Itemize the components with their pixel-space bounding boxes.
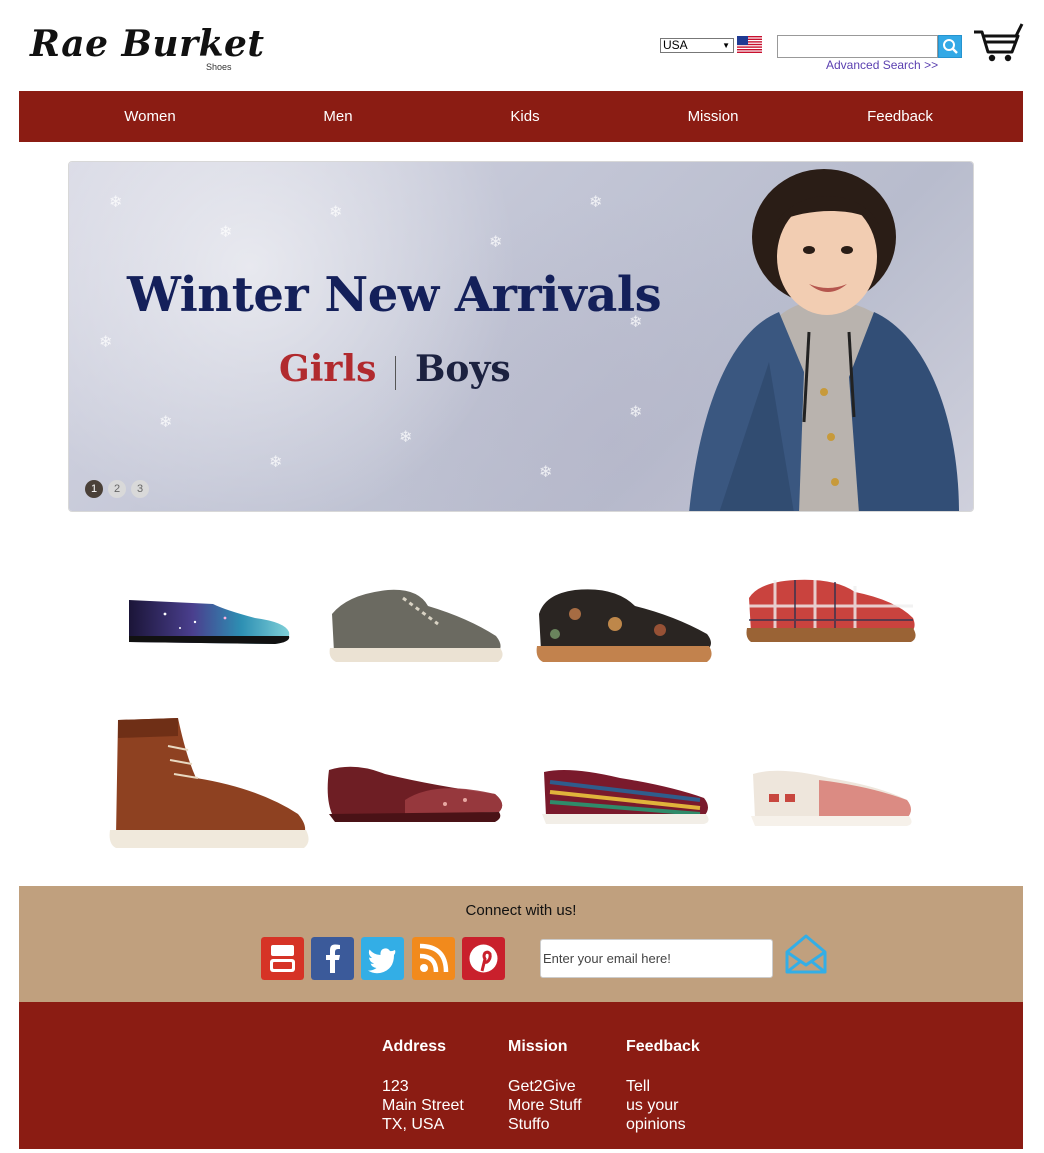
connect-title: Connect with us! [465, 902, 577, 919]
chevron-down-icon: ▼ [722, 41, 730, 50]
footer-feedback-line[interactable]: opinions [626, 1115, 700, 1134]
footer-mission-line[interactable]: Stuffo [508, 1115, 582, 1134]
footer-address-line: Main Street [382, 1097, 464, 1114]
product-tribal-slip-on[interactable] [540, 764, 714, 826]
site-footer: Address 123 Main Street TX, USA Mission … [19, 1002, 1023, 1149]
nav-item-kids[interactable]: Kids [465, 91, 585, 142]
snowflake-icon: ❄ [99, 334, 113, 351]
footer-mission-line[interactable]: Get2Give [508, 1077, 582, 1096]
slide-dots: 123 [85, 479, 154, 498]
snowflake-icon: ❄ [399, 429, 413, 446]
product-leather-boot[interactable] [108, 716, 312, 856]
snowflake-icon: ❄ [219, 224, 233, 241]
product-burgundy-flat[interactable] [325, 760, 509, 826]
country-value: USA [663, 38, 688, 52]
footer-mission: Mission Get2Give More Stuff Stuffo [508, 1038, 582, 1134]
product-grey-chukka[interactable] [328, 584, 508, 666]
nav-item-men[interactable]: Men [278, 91, 398, 142]
snowflake-icon: ❄ [159, 414, 173, 431]
snowflake-icon: ❄ [269, 454, 283, 471]
snowflake-icon: ❄ [629, 404, 643, 421]
nav-item-women[interactable]: Women [90, 91, 210, 142]
brand-subtitle: Shoes [206, 62, 232, 72]
slide-dot-2[interactable]: 2 [108, 480, 126, 498]
brand-logo[interactable]: Rae Burket Shoes [30, 22, 265, 72]
pinterest-icon[interactable] [462, 937, 505, 980]
footer-feedback-line[interactable]: us your [626, 1096, 700, 1115]
brand-name: Rae Burket [30, 23, 265, 65]
twitter-icon[interactable] [361, 937, 404, 980]
email-field[interactable] [540, 939, 773, 978]
snowflake-icon: ❄ [109, 194, 123, 211]
footer-mission-line[interactable]: More Stuff [508, 1096, 582, 1115]
product-elephant-slip-on[interactable] [749, 764, 915, 830]
banner-boys-link[interactable]: Boys [415, 348, 511, 390]
child-model-image [689, 169, 959, 511]
hero-banner[interactable]: ❄ ❄ ❄ ❄ ❄ ❄ ❄ ❄ ❄ ❄ ❄ ❄ Winter New Arriv… [68, 161, 974, 512]
advanced-search-link[interactable]: Advanced Search >> [826, 58, 938, 72]
product-plaid-sneaker[interactable] [745, 576, 921, 646]
banner-girls-link[interactable]: Girls [279, 348, 376, 390]
rss-icon[interactable] [412, 937, 455, 980]
snowflake-icon: ❄ [539, 464, 553, 481]
banner-divider [395, 356, 396, 390]
footer-mission-heading[interactable]: Mission [508, 1038, 582, 1056]
nav-item-feedback[interactable]: Feedback [840, 91, 960, 142]
footer-feedback-line[interactable]: Tell [626, 1077, 700, 1096]
footer-address-line: TX, USA [382, 1116, 445, 1133]
banner-title: Winter New Arrivals [127, 267, 662, 323]
main-nav: Women Men Kids Mission Feedback [19, 91, 1023, 142]
product-galaxy-slip-on[interactable] [125, 588, 293, 650]
footer-feedback-heading[interactable]: Feedback [626, 1038, 700, 1056]
nav-item-mission[interactable]: Mission [653, 91, 773, 142]
snowflake-icon: ❄ [589, 194, 603, 211]
cart-icon[interactable] [972, 22, 1024, 64]
snowflake-icon: ❄ [329, 204, 343, 221]
slide-dot-1[interactable]: 1 [85, 480, 103, 498]
footer-feedback: Feedback Tell us your opinions [626, 1038, 700, 1134]
footer-address: Address 123 Main Street TX, USA [382, 1038, 464, 1134]
search-input[interactable] [777, 35, 938, 58]
footer-address-heading: Address [382, 1038, 447, 1055]
country-select[interactable]: USA ▼ [660, 38, 734, 53]
youtube-icon[interactable] [261, 937, 304, 980]
search-button[interactable] [938, 35, 962, 58]
product-floral-oxford[interactable] [535, 584, 717, 666]
facebook-icon[interactable] [311, 937, 354, 980]
snowflake-icon: ❄ [489, 234, 503, 251]
search-icon [943, 39, 958, 54]
footer-address-line: 123 [382, 1078, 409, 1095]
envelope-icon[interactable] [783, 932, 829, 976]
slide-dot-3[interactable]: 3 [131, 480, 149, 498]
us-flag-icon [737, 36, 762, 53]
connect-section: Connect with us! [19, 886, 1023, 1002]
